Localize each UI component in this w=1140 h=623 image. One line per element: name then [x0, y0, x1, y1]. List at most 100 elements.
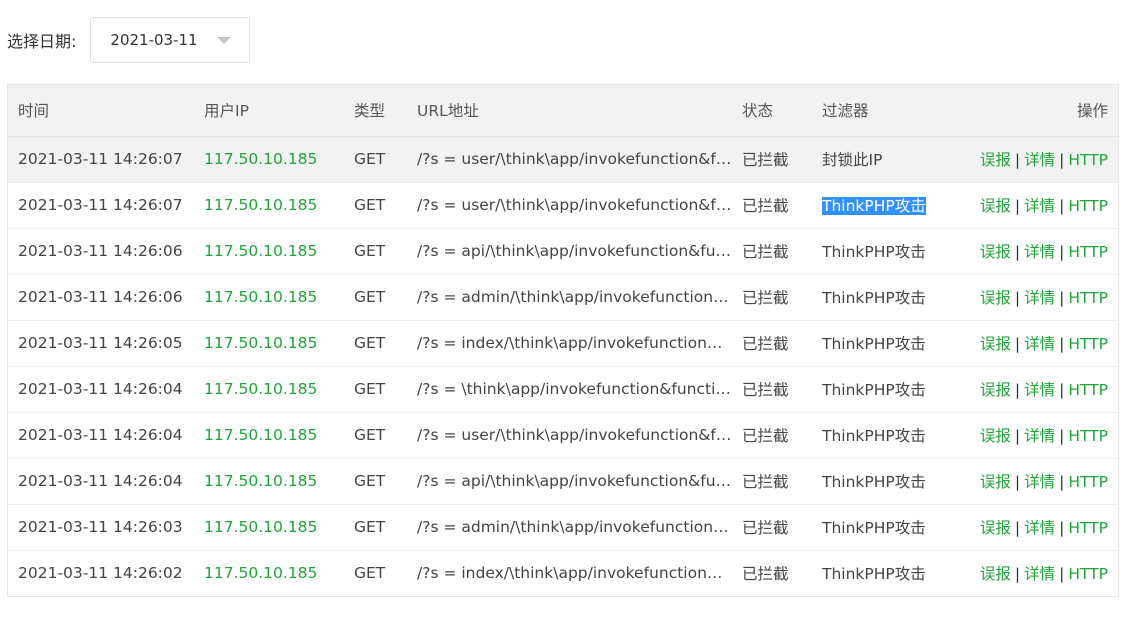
cell-url: /?s = admin/\think\app/invokefunction&fu…	[417, 288, 732, 306]
cell-filter: ThinkPHP攻击	[822, 519, 926, 537]
http-link[interactable]: HTTP	[1068, 289, 1108, 307]
cell-time: 2021-03-11 14:26:04	[18, 426, 183, 444]
chevron-down-icon[interactable]	[217, 36, 232, 44]
detail-link[interactable]: 详情	[1024, 427, 1055, 445]
cell-time: 2021-03-11 14:26:05	[18, 334, 183, 352]
cell-status: 已拦截	[742, 335, 789, 353]
detail-link[interactable]: 详情	[1024, 289, 1055, 307]
table-row[interactable]: 2021-03-11 14:26:02 117.50.10.185 GET /?s =…	[8, 550, 1118, 596]
separator: |	[1014, 197, 1021, 215]
cell-ip[interactable]: 117.50.10.185	[194, 366, 344, 412]
table-row[interactable]: 2021-03-11 14:26:06 117.50.10.185 GET /?s =…	[8, 228, 1118, 274]
cell-ip[interactable]: 117.50.10.185	[194, 550, 344, 596]
selected-text: ThinkPHP攻击	[822, 197, 926, 215]
table-row[interactable]: 2021-03-11 14:26:04 117.50.10.185 GET /?s =…	[8, 458, 1118, 504]
false-report-link[interactable]: 误报	[980, 243, 1011, 261]
cell-ip[interactable]: 117.50.10.185	[194, 182, 344, 228]
cell-type: GET	[354, 472, 386, 490]
table-row[interactable]: 2021-03-11 14:26:05 117.50.10.185 GET /?s =…	[8, 320, 1118, 366]
cell-ip[interactable]: 117.50.10.185	[194, 136, 344, 182]
cell-filter: ThinkPHP攻击	[822, 427, 926, 445]
cell-ip[interactable]: 117.50.10.185	[194, 458, 344, 504]
http-link[interactable]: HTTP	[1068, 473, 1108, 491]
detail-link[interactable]: 详情	[1024, 381, 1055, 399]
separator: |	[1014, 473, 1021, 491]
cell-type: GET	[354, 518, 386, 536]
table-row[interactable]: 2021-03-11 14:26:04 117.50.10.185 GET /?s =…	[8, 366, 1118, 412]
false-report-link[interactable]: 误报	[980, 381, 1011, 399]
column-header-status: 状态	[732, 85, 812, 137]
http-link[interactable]: HTTP	[1068, 381, 1108, 399]
separator: |	[1059, 565, 1065, 584]
table-body: 2021-03-11 14:26:07 117.50.10.185 GET /?s =…	[8, 136, 1118, 596]
column-header-type: 类型	[344, 85, 407, 137]
http-link[interactable]: HTTP	[1068, 335, 1108, 353]
cell-ops: 误报 | 详情 | HTTP	[952, 458, 1118, 504]
cell-type: GET	[354, 426, 386, 444]
table-row[interactable]: 2021-03-11 14:26:07 117.50.10.185 GET /?s =…	[8, 136, 1118, 182]
detail-link[interactable]: 详情	[1024, 473, 1055, 491]
detail-link[interactable]: 详情	[1024, 335, 1055, 353]
false-report-link[interactable]: 误报	[980, 197, 1011, 215]
detail-link[interactable]: 详情	[1024, 243, 1055, 261]
table-row[interactable]: 2021-03-11 14:26:03 117.50.10.185 GET /?s =…	[8, 504, 1118, 550]
detail-link[interactable]: 详情	[1024, 151, 1055, 169]
separator: |	[1014, 381, 1021, 399]
separator: |	[1014, 565, 1021, 584]
separator: |	[1059, 335, 1065, 353]
false-report-link[interactable]: 误报	[980, 289, 1011, 307]
cell-ip[interactable]: 117.50.10.185	[194, 504, 344, 550]
http-link[interactable]: HTTP	[1068, 243, 1108, 261]
cell-filter: ThinkPHP攻击	[822, 381, 926, 399]
cell-url: /?s = api/\think\app/invokefunction&func…	[417, 472, 732, 490]
cell-url: /?s = user/\think\app/invokefunction&fun…	[417, 196, 732, 214]
cell-url: /?s = admin/\think\app/invokefunction&fu…	[417, 518, 732, 536]
false-report-link[interactable]: 误报	[980, 473, 1011, 491]
separator: |	[1014, 427, 1021, 445]
cell-time: 2021-03-11 14:26:02	[18, 564, 183, 583]
detail-link[interactable]: 详情	[1024, 519, 1055, 537]
cell-ip[interactable]: 117.50.10.185	[194, 320, 344, 366]
http-link[interactable]: HTTP	[1068, 151, 1108, 169]
cell-ip[interactable]: 117.50.10.185	[194, 228, 344, 274]
separator: |	[1059, 381, 1065, 399]
http-link[interactable]: HTTP	[1068, 197, 1108, 215]
separator: |	[1059, 197, 1065, 215]
separator: |	[1014, 519, 1021, 537]
date-select[interactable]: 2021-03-11	[90, 17, 251, 63]
http-link[interactable]: HTTP	[1068, 427, 1108, 445]
cell-filter: 封锁此IP	[822, 151, 883, 169]
false-report-link[interactable]: 误报	[980, 151, 1011, 169]
date-filter-label: 选择日期:	[7, 32, 77, 51]
false-report-link[interactable]: 误报	[980, 427, 1011, 445]
detail-link[interactable]: 详情	[1024, 565, 1055, 583]
separator: |	[1059, 519, 1065, 537]
cell-type: GET	[354, 150, 386, 168]
false-report-link[interactable]: 误报	[980, 335, 1011, 353]
cell-type: GET	[354, 564, 386, 583]
column-header-ip: 用户IP	[194, 85, 344, 137]
table-row[interactable]: 2021-03-11 14:26:04 117.50.10.185 GET /?s =…	[8, 412, 1118, 458]
http-link[interactable]: HTTP	[1068, 565, 1108, 583]
cell-ops: 误报 | 详情 | HTTP	[952, 136, 1118, 182]
false-report-link[interactable]: 误报	[980, 565, 1011, 583]
false-report-link[interactable]: 误报	[980, 519, 1011, 537]
cell-url: /?s = api/\think\app/invokefunction&func…	[417, 242, 732, 260]
http-link[interactable]: HTTP	[1068, 519, 1108, 537]
cell-url: /?s = user/\think\app/invokefunction&fun…	[417, 150, 732, 168]
separator: |	[1014, 335, 1021, 353]
cell-ip[interactable]: 117.50.10.185	[194, 274, 344, 320]
column-header-filter: 过滤器	[812, 85, 952, 137]
cell-status: 已拦截	[742, 381, 789, 399]
detail-link[interactable]: 详情	[1024, 197, 1055, 215]
table-row[interactable]: 2021-03-11 14:26:07 117.50.10.185 GET /?s =…	[8, 182, 1118, 228]
table-row[interactable]: 2021-03-11 14:26:06 117.50.10.185 GET /?s =…	[8, 274, 1118, 320]
separator: |	[1059, 427, 1065, 445]
cell-filter: ThinkPHP攻击	[812, 182, 952, 228]
cell-status: 已拦截	[742, 427, 789, 445]
cell-status: 已拦截	[742, 243, 789, 261]
cell-filter: ThinkPHP攻击	[822, 565, 926, 584]
cell-ops: 误报 | 详情 | HTTP	[952, 550, 1118, 596]
cell-ops: 误报 | 详情 | HTTP	[952, 412, 1118, 458]
cell-ip[interactable]: 117.50.10.185	[194, 412, 344, 458]
